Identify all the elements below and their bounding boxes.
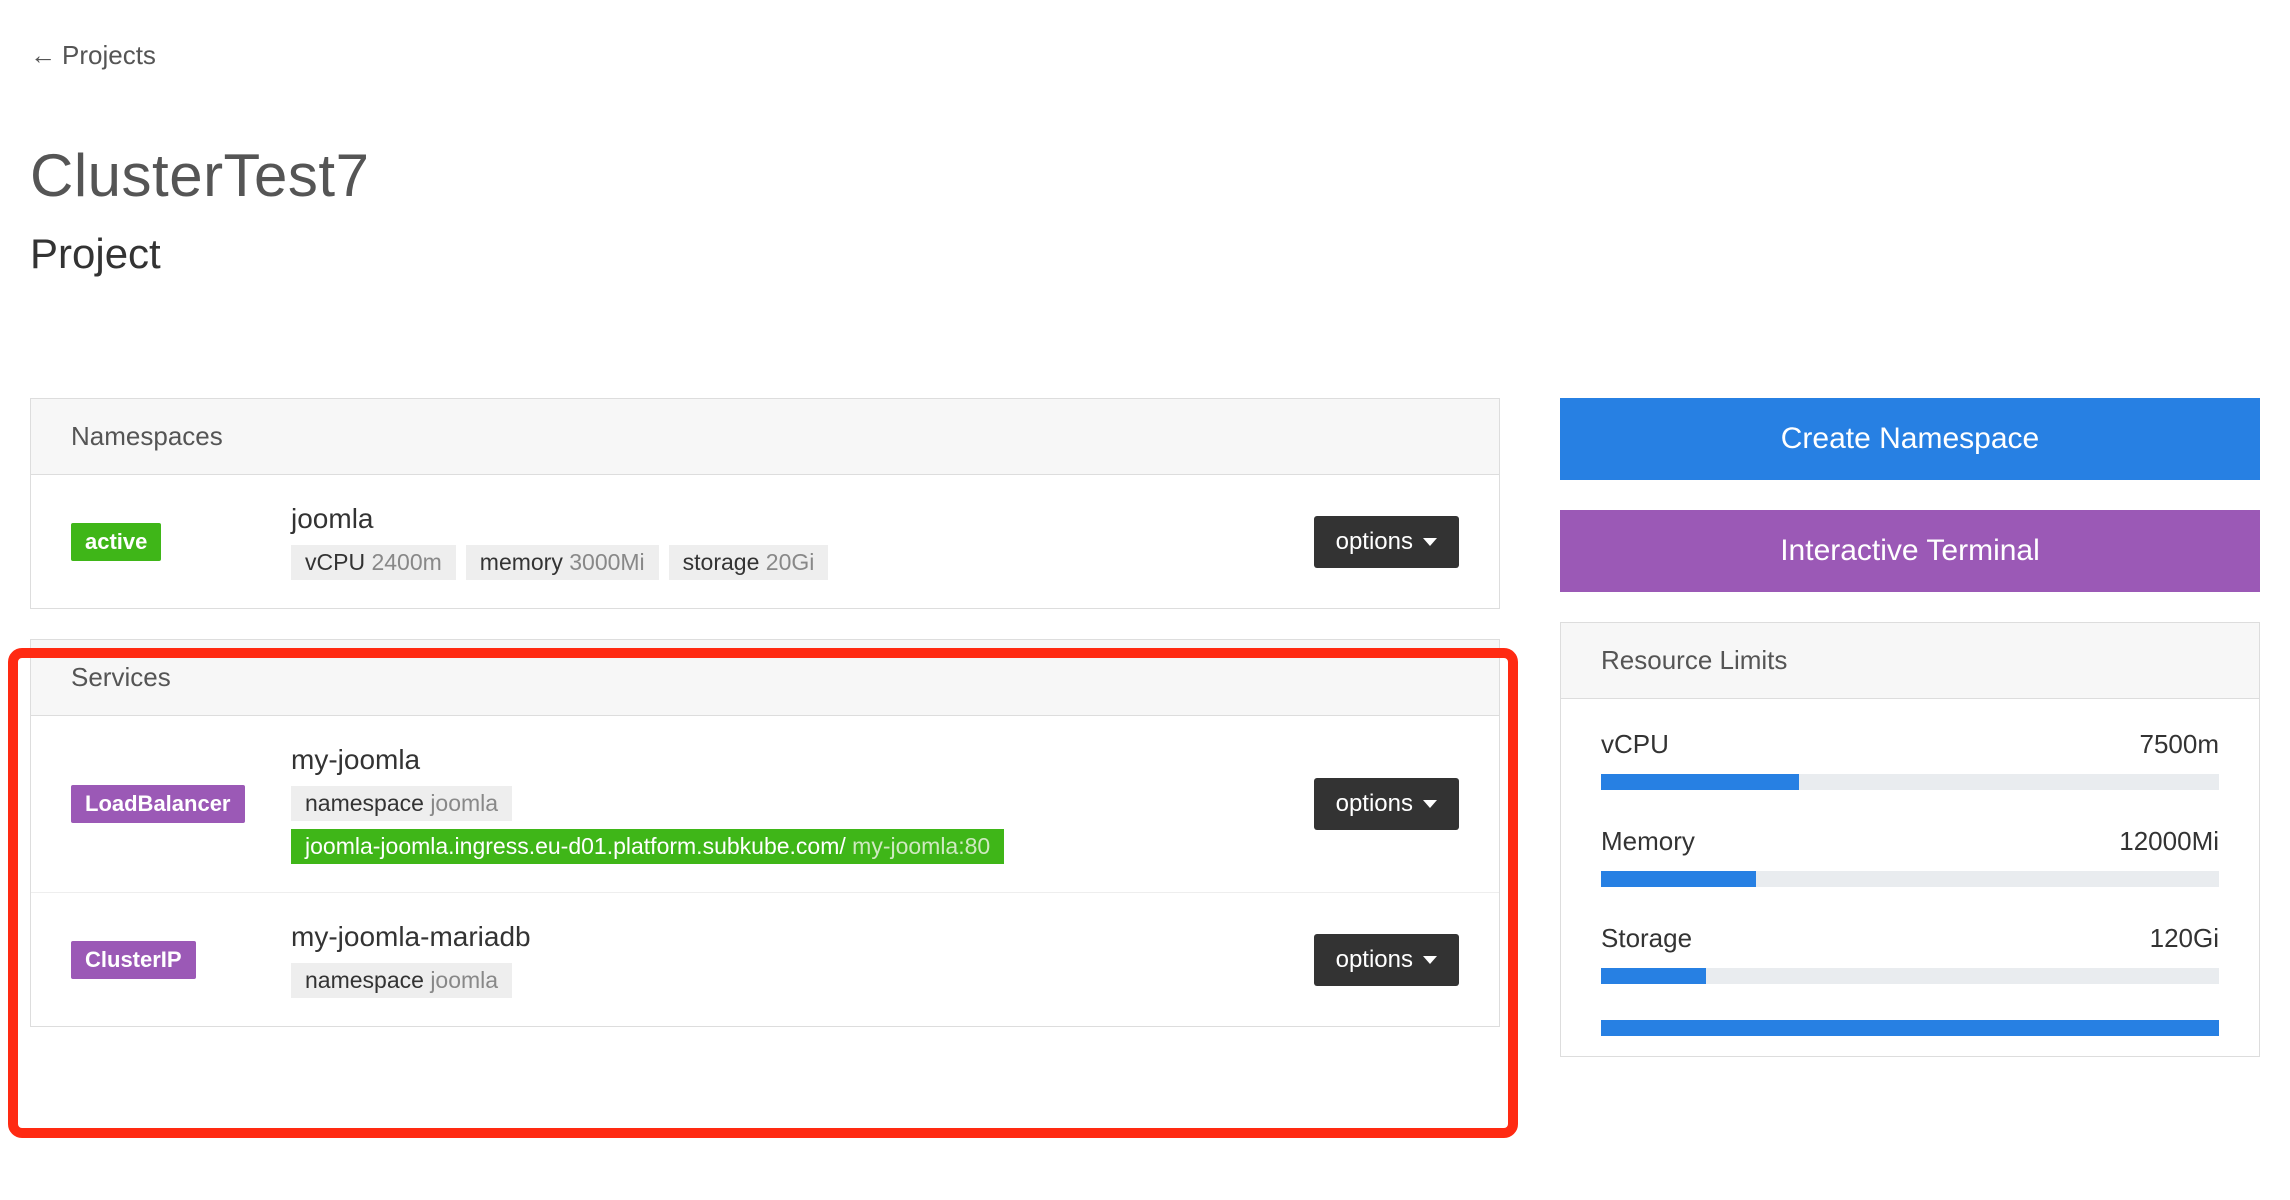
limit-row-storage: Storage 120Gi bbox=[1601, 923, 2219, 984]
limit-bar bbox=[1601, 871, 2219, 887]
services-heading: Services bbox=[31, 640, 1499, 716]
caret-down-icon bbox=[1423, 538, 1437, 546]
service-name[interactable]: my-joomla bbox=[291, 744, 1284, 776]
limit-bar bbox=[1601, 774, 2219, 790]
caret-down-icon bbox=[1423, 956, 1437, 964]
service-type-badge: LoadBalancer bbox=[71, 785, 245, 823]
resource-chip-storage: storage 20Gi bbox=[669, 545, 829, 580]
limit-value: 12000Mi bbox=[2119, 826, 2219, 857]
interactive-terminal-button[interactable]: Interactive Terminal bbox=[1560, 510, 2260, 592]
limit-bar-extra bbox=[1601, 1020, 2219, 1036]
limit-label: Storage bbox=[1601, 923, 1692, 954]
limit-row-memory: Memory 12000Mi bbox=[1601, 826, 2219, 887]
service-options-button[interactable]: options bbox=[1314, 778, 1459, 830]
limit-value: 120Gi bbox=[2150, 923, 2219, 954]
resource-limits-panel: Resource Limits vCPU 7500m Memory 12000M… bbox=[1560, 622, 2260, 1057]
services-panel: Services LoadBalancer my-joomla namespac… bbox=[30, 639, 1500, 1027]
service-ingress-chip[interactable]: joomla-joomla.ingress.eu-d01.platform.su… bbox=[291, 829, 1004, 864]
limit-label: vCPU bbox=[1601, 729, 1669, 760]
limit-bar bbox=[1601, 968, 2219, 984]
back-to-projects-link[interactable]: ← Projects bbox=[30, 40, 156, 71]
service-row: ClusterIP my-joomla-mariadb namespace jo… bbox=[31, 892, 1499, 1026]
resource-chip-memory: memory 3000Mi bbox=[466, 545, 659, 580]
service-name[interactable]: my-joomla-mariadb bbox=[291, 921, 1284, 953]
limit-label: Memory bbox=[1601, 826, 1695, 857]
service-row: LoadBalancer my-joomla namespace joomla bbox=[31, 716, 1499, 892]
service-namespace-chip: namespace joomla bbox=[291, 786, 512, 821]
limit-row-vcpu: vCPU 7500m bbox=[1601, 729, 2219, 790]
service-options-button[interactable]: options bbox=[1314, 934, 1459, 986]
page-title: ClusterTest7 bbox=[30, 141, 2260, 210]
create-namespace-button[interactable]: Create Namespace bbox=[1560, 398, 2260, 480]
namespace-options-button[interactable]: options bbox=[1314, 516, 1459, 568]
namespaces-panel: Namespaces active joomla vCPU 2400m bbox=[30, 398, 1500, 609]
arrow-left-icon: ← bbox=[30, 40, 56, 71]
service-type-badge: ClusterIP bbox=[71, 941, 196, 979]
namespaces-heading: Namespaces bbox=[31, 399, 1499, 475]
resource-limits-heading: Resource Limits bbox=[1561, 623, 2259, 699]
service-namespace-chip: namespace joomla bbox=[291, 963, 512, 998]
namespace-row: active joomla vCPU 2400m memory 3000Mi bbox=[31, 475, 1499, 608]
caret-down-icon bbox=[1423, 800, 1437, 808]
namespace-name[interactable]: joomla bbox=[291, 503, 1284, 535]
resource-chip-vcpu: vCPU 2400m bbox=[291, 545, 456, 580]
limit-value: 7500m bbox=[2140, 729, 2220, 760]
page-subtitle: Project bbox=[30, 230, 2260, 278]
back-label: Projects bbox=[62, 40, 156, 71]
status-badge: active bbox=[71, 523, 161, 561]
